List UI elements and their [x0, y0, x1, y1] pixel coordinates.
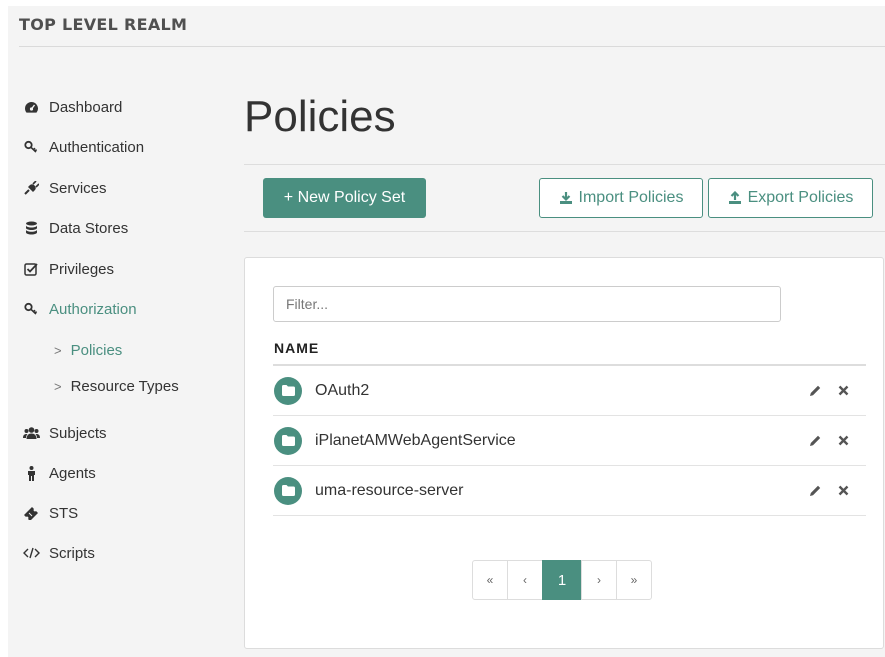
export-policies-button[interactable]: Export Policies — [708, 178, 873, 218]
key-icon — [22, 301, 40, 317]
close-icon[interactable] — [835, 483, 851, 499]
pagination-last-button[interactable]: » — [616, 560, 652, 600]
close-icon[interactable] — [835, 433, 851, 449]
table-row[interactable]: uma-resource-server — [273, 466, 866, 516]
sidebar-item-label: Subjects — [49, 424, 107, 442]
users-icon — [22, 425, 40, 441]
chevron-right-icon: > — [54, 342, 62, 358]
chevron-right-icon: > — [54, 378, 62, 394]
pagination-prev-button[interactable]: ‹ — [507, 560, 543, 600]
filter-input[interactable] — [273, 286, 781, 322]
sidebar-item-data-stores[interactable]: Data Stores — [22, 217, 128, 239]
sidebar-item-dashboard[interactable]: Dashboard — [22, 96, 122, 118]
sidebar-item-authorization[interactable]: Authorization — [22, 298, 137, 320]
realm-divider — [19, 46, 885, 47]
pencil-icon[interactable] — [807, 483, 823, 499]
pagination-next-button[interactable]: › — [581, 560, 617, 600]
pencil-icon[interactable] — [807, 433, 823, 449]
table-row[interactable]: iPlanetAMWebAgentService — [273, 416, 866, 466]
page-title: Policies — [244, 92, 396, 141]
import-policies-button[interactable]: Import Policies — [539, 178, 703, 218]
dashboard-icon — [22, 99, 40, 115]
sidebar-item-label: Data Stores — [49, 219, 129, 237]
toolbar-divider-bottom — [244, 231, 885, 232]
toolbar-divider-top — [244, 164, 885, 165]
sidebar-item-scripts[interactable]: Scripts — [22, 542, 95, 564]
pagination-first-button[interactable]: « — [472, 560, 508, 600]
sidebar-item-label: STS — [49, 504, 79, 522]
plug-icon — [22, 180, 40, 196]
realm-title: TOP LEVEL REALM — [19, 15, 188, 34]
ticket-icon — [22, 505, 40, 521]
sidebar-item-agents[interactable]: Agents — [22, 462, 96, 484]
folder-icon — [274, 476, 302, 505]
folder-icon — [274, 426, 302, 455]
close-icon[interactable] — [835, 383, 851, 399]
folder-icon — [274, 376, 302, 405]
sidebar-item-label: Authorization — [49, 300, 137, 318]
sidebar-item-label: Policies — [70, 341, 123, 359]
key-icon — [22, 139, 40, 155]
sidebar-item-label: Scripts — [49, 544, 95, 562]
import-policies-label: Import Policies — [578, 189, 684, 206]
upload-icon — [728, 191, 742, 205]
export-policies-label: Export Policies — [747, 189, 854, 206]
sidebar-item-label: Resource Types — [70, 377, 179, 395]
sidebar-item-sts[interactable]: STS — [22, 502, 78, 524]
checkbox-icon — [22, 261, 40, 277]
pagination: « ‹ 1 › » — [472, 560, 652, 600]
sidebar-item-label: Privileges — [49, 260, 115, 278]
sidebar-item-label: Services — [49, 179, 107, 197]
policy-set-name[interactable]: OAuth2 — [315, 382, 369, 400]
sidebar-item-resource-types[interactable]: > Resource Types — [54, 375, 179, 397]
sidebar-item-privileges[interactable]: Privileges — [22, 258, 114, 280]
sidebar-item-subjects[interactable]: Subjects — [22, 422, 107, 444]
column-header-name[interactable]: NAME — [274, 340, 319, 356]
sidebar-item-label: Agents — [49, 464, 96, 482]
sidebar-item-label: Authentication — [49, 138, 145, 156]
sidebar-item-label: Dashboard — [49, 98, 123, 116]
sidebar-item-services[interactable]: Services — [22, 177, 107, 199]
code-icon — [22, 545, 40, 561]
policy-sets-panel: NAME OAuth2 iPlanetAMWebAgentService uma… — [244, 257, 884, 649]
new-policy-set-button[interactable]: + New Policy Set — [263, 178, 426, 218]
sidebar-item-authentication[interactable]: Authentication — [22, 136, 144, 158]
sidebar-item-policies[interactable]: > Policies — [54, 339, 122, 361]
policy-set-name[interactable]: iPlanetAMWebAgentService — [315, 432, 516, 450]
policy-set-name[interactable]: uma-resource-server — [315, 482, 463, 500]
download-icon — [559, 191, 573, 205]
database-icon — [22, 220, 40, 236]
table-row[interactable]: OAuth2 — [273, 366, 866, 416]
pencil-icon[interactable] — [807, 383, 823, 399]
pagination-page-button[interactable]: 1 — [542, 560, 582, 600]
agent-icon — [22, 465, 40, 481]
